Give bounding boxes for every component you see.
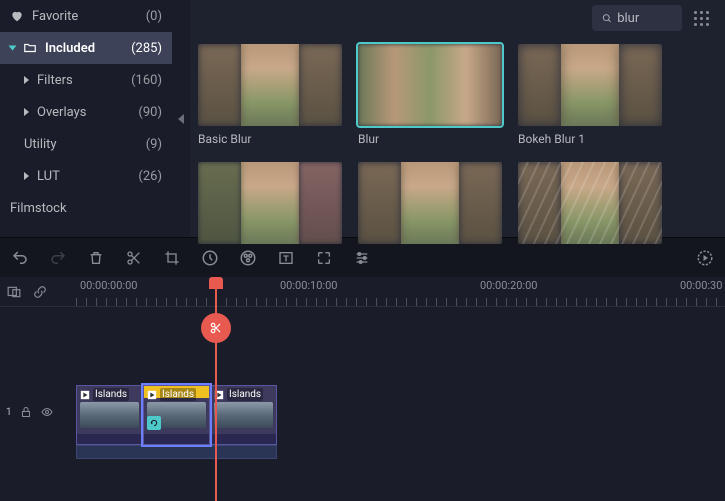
sidebar-item-utility[interactable]: Utility (9) [0, 128, 172, 160]
playhead-handle[interactable] [201, 313, 231, 343]
ruler-mark: 00:00:30 [680, 279, 722, 292]
effect-thumb [198, 44, 342, 126]
sidebar-label: Filters [37, 73, 73, 88]
undo-button[interactable] [10, 248, 30, 268]
sidebar-count: (285) [131, 41, 162, 56]
effect-thumb [518, 162, 662, 244]
sidebar-item-lut[interactable]: LUT (26) [0, 160, 172, 192]
sidebar-label: Included [45, 41, 95, 56]
crop-button[interactable] [162, 248, 182, 268]
chevron-right-icon [24, 108, 29, 116]
track-head: 1 [0, 377, 76, 447]
effect-label: Basic Blur [198, 132, 342, 146]
download-icon [482, 168, 496, 182]
sidebar-count: (9) [146, 137, 162, 152]
track-index: 1 [6, 407, 12, 418]
sidebar-count: (26) [138, 169, 162, 184]
split-button[interactable] [124, 248, 144, 268]
effect-item-4[interactable] [198, 162, 342, 244]
sidebar-item-favorite[interactable]: Favorite (0) [0, 0, 172, 32]
effect-item-basic-blur[interactable]: Basic Blur [198, 44, 342, 146]
timeline-ruler[interactable]: 00:00:00:00 00:00:10:00 00:00:20:00 00:0… [0, 277, 725, 307]
play-icon [80, 390, 90, 400]
sidebar-count: (160) [131, 73, 162, 88]
effect-thumb [518, 44, 662, 126]
lock-icon[interactable] [20, 406, 32, 418]
chevron-right-icon [24, 76, 29, 84]
search-input[interactable] [617, 11, 672, 26]
sidebar-label: Utility [24, 137, 57, 152]
effect-label: Bokeh Blur 1 [518, 132, 662, 146]
delete-button[interactable] [86, 248, 106, 268]
clip[interactable]: Islands [143, 385, 210, 445]
effect-thumb [358, 162, 502, 244]
effect-item-bokeh-blur-1[interactable]: Bokeh Blur 1 [518, 44, 662, 146]
sidebar: Favorite (0) Included (285) Filters (160… [0, 0, 172, 237]
collapse-left-icon [178, 114, 184, 124]
effect-thumb [198, 162, 342, 244]
effect-badge-icon [147, 416, 161, 430]
download-icon [322, 168, 336, 182]
play-icon [147, 390, 157, 400]
effect-item-blur[interactable]: Blur [358, 44, 502, 146]
track-content[interactable]: Islands Islands Islands [76, 377, 725, 447]
effect-thumb [358, 44, 502, 126]
clip[interactable]: Islands [210, 385, 277, 445]
sidebar-item-included[interactable]: Included (285) [0, 32, 172, 64]
sidebar-label: Overlays [37, 105, 86, 120]
redo-button[interactable] [48, 248, 68, 268]
search-icon [602, 12, 612, 25]
clip-name: Islands [93, 388, 129, 401]
sidebar-count: (0) [146, 9, 162, 24]
link-icon[interactable] [32, 285, 48, 299]
sidebar-item-overlays[interactable]: Overlays (90) [0, 96, 172, 128]
chevron-down-icon [9, 46, 17, 51]
sidebar-label: Favorite [32, 9, 78, 24]
media-icon[interactable] [6, 285, 22, 299]
sidebar-count: (90) [138, 105, 162, 120]
ruler-mark: 00:00:10:00 [280, 279, 337, 292]
sidebar-item-filmstock[interactable]: Filmstock [0, 192, 172, 224]
clip[interactable]: Islands [76, 385, 143, 445]
search-box[interactable] [592, 5, 682, 31]
chevron-right-icon [24, 172, 29, 180]
effects-panel: Basic Blur Blur Bokeh Blur 1 [190, 0, 725, 237]
clip-name: Islands [227, 388, 263, 401]
effect-item-6[interactable] [518, 162, 662, 244]
ruler-mark: 00:00:20:00 [480, 279, 537, 292]
effect-label: Blur [358, 132, 502, 146]
clip-name: Islands [160, 388, 196, 401]
folder-icon [23, 41, 37, 55]
apps-grid-icon[interactable] [694, 11, 709, 26]
heart-icon [10, 9, 24, 23]
effect-item-5[interactable] [358, 162, 502, 244]
sidebar-label: LUT [37, 169, 60, 184]
eye-icon[interactable] [40, 406, 54, 418]
panel-divider[interactable] [172, 0, 190, 237]
audio-track[interactable] [76, 445, 277, 459]
playhead[interactable] [215, 277, 217, 501]
sidebar-label: Filmstock [10, 201, 67, 216]
timeline: 00:00:00:00 00:00:10:00 00:00:20:00 00:0… [0, 277, 725, 501]
video-track: 1 Islands Islands [0, 377, 725, 447]
ruler-mark: 00:00:00:00 [80, 279, 137, 292]
sidebar-item-filters[interactable]: Filters (160) [0, 64, 172, 96]
